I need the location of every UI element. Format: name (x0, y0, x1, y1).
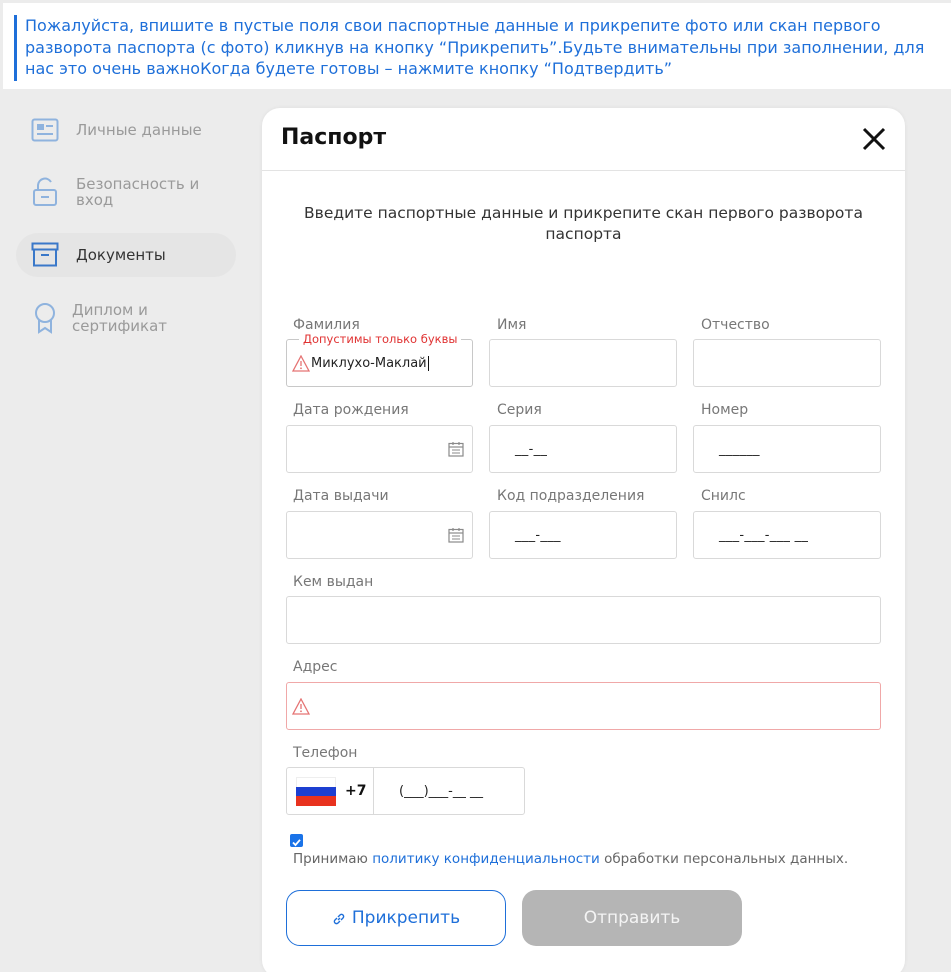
snils-mask: ___-___-___ __ (719, 528, 809, 543)
snils-label: Снилс (701, 488, 746, 504)
issued-by-label: Кем выдан (293, 574, 374, 590)
calendar-icon[interactable] (448, 441, 464, 457)
surname-field[interactable]: Допустимы только буквы Миклухо-Маклай (286, 332, 473, 387)
series-label: Серия (497, 402, 542, 418)
consent-checkbox[interactable] (290, 834, 303, 847)
series-field[interactable]: __-__ (489, 425, 677, 473)
patronymic-field[interactable] (693, 339, 881, 387)
sidebar-item-label: Диплом и сертификат (72, 301, 168, 335)
name-field[interactable] (489, 339, 677, 387)
sidebar-item-security[interactable]: Безопасность и вход (16, 172, 236, 212)
phone-country-code: +7 (345, 783, 367, 799)
passport-modal: Паспорт Введите паспортные данные и прик… (262, 108, 905, 972)
phone-country-selector[interactable]: +7 (287, 768, 374, 814)
birth-date-field[interactable] (286, 425, 473, 473)
archive-box-icon (30, 240, 60, 270)
modal-title: Паспорт (281, 125, 387, 150)
attach-button[interactable]: Прикрепить (286, 890, 506, 946)
russia-flag-icon (296, 777, 336, 806)
patronymic-label: Отчество (701, 317, 770, 333)
modal-header: Паспорт (262, 108, 905, 171)
calendar-icon[interactable] (448, 527, 464, 543)
surname-value: Миклухо-Маклай (311, 356, 429, 371)
division-code-label: Код подразделения (497, 488, 645, 504)
warning-icon (291, 697, 311, 716)
issue-date-field[interactable] (286, 511, 473, 559)
phone-mask: (___)___-__ __ (399, 784, 483, 799)
number-label: Номер (701, 402, 749, 418)
consent-prefix: Принимаю (293, 851, 373, 867)
sidebar-item-label: Документы (76, 246, 166, 264)
attach-button-label: Прикрепить (351, 908, 461, 928)
warning-icon (291, 354, 311, 373)
surname-label: Фамилия (293, 317, 360, 333)
number-field[interactable]: ______ (693, 425, 881, 473)
snils-field[interactable]: ___-___-___ __ (693, 511, 881, 559)
instruction-banner: Пожалуйста, впишите в пустые поля свои п… (3, 3, 951, 89)
series-mask: __-__ (515, 442, 548, 457)
phone-field[interactable]: +7 (___)___-__ __ (286, 767, 525, 815)
banner-text: Пожалуйста, впишите в пустые поля свои п… (25, 16, 925, 78)
issued-by-field[interactable] (286, 596, 881, 644)
number-mask: ______ (719, 442, 760, 457)
award-ribbon-icon (30, 303, 60, 334)
division-code-mask: ___-___ (515, 528, 561, 543)
close-icon[interactable] (861, 126, 887, 152)
issue-date-label: Дата выдачи (293, 488, 389, 504)
sidebar-item-documents[interactable]: Документы (16, 233, 236, 277)
birth-date-label: Дата рождения (293, 402, 409, 418)
division-code-field[interactable]: ___-___ (489, 511, 677, 559)
sidebar-item-diploma[interactable]: Диплом и сертификат (16, 298, 236, 338)
address-field[interactable] (286, 682, 881, 730)
phone-label: Телефон (293, 745, 358, 761)
address-label: Адрес (293, 659, 338, 675)
link-icon (332, 911, 346, 925)
sidebar-item-label: Безопасность и вход (76, 175, 200, 209)
modal-subtitle: Введите паспортные данные и прикрепите с… (304, 204, 863, 243)
privacy-policy-link[interactable]: политику конфиденциальности (372, 851, 600, 867)
sidebar-item-personal-data[interactable]: Личные данные (16, 114, 236, 146)
banner-accent-bar (14, 15, 17, 81)
sidebar-item-label: Личные данные (76, 121, 202, 139)
send-button-label: Отправить (583, 908, 681, 928)
id-card-icon (30, 115, 60, 145)
name-label: Имя (497, 317, 527, 333)
unlock-icon (30, 177, 60, 207)
consent-text: Принимаю политику конфиденциальности обр… (293, 851, 848, 867)
consent-suffix: обработки персональных данных. (599, 851, 849, 867)
send-button[interactable]: Отправить (522, 890, 742, 946)
surname-error: Допустимы только буквы (299, 332, 462, 346)
